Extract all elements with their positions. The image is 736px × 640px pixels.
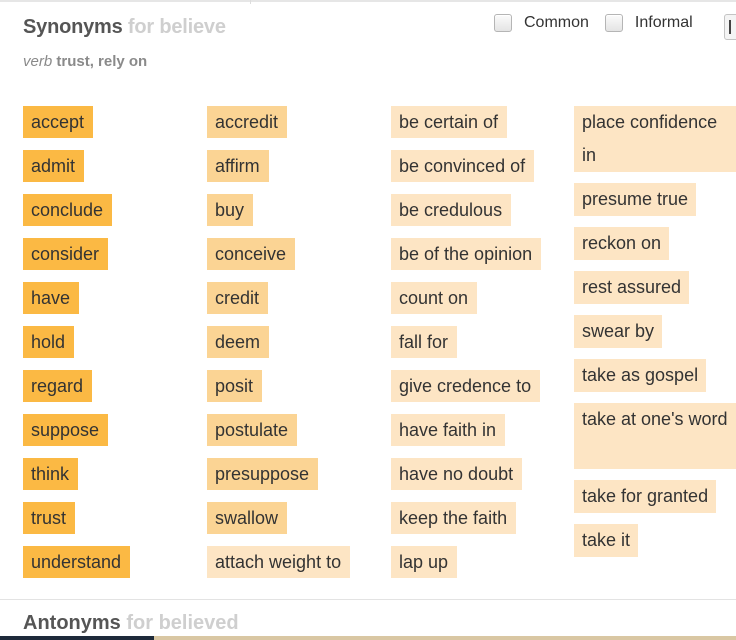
filter-informal[interactable]: Informal — [604, 14, 693, 32]
synonym-link[interactable]: regard — [23, 370, 93, 402]
synonym-column-3: be certain of be convinced of be credulo… — [391, 106, 566, 590]
synonym-link[interactable]: have no doubt — [391, 458, 523, 490]
synonym-link[interactable]: presume true — [574, 183, 697, 216]
antonyms-heading: Antonyms — [23, 612, 121, 634]
synonym-link[interactable]: understand — [23, 546, 131, 578]
synonym-link[interactable]: have — [23, 282, 80, 314]
synonym-link[interactable]: attach weight to — [207, 546, 351, 578]
synonym-link[interactable]: presuppose — [207, 458, 319, 490]
synonyms-header: Synonyms for believe verb trust, rely on — [23, 16, 226, 70]
antonyms-for-word: for believed — [126, 612, 239, 634]
synonym-link[interactable]: credit — [207, 282, 269, 314]
synonyms-heading: Synonyms — [23, 16, 123, 38]
synonym-column-4: place confidence in presume true reckon … — [574, 106, 736, 568]
synonym-link[interactable]: swallow — [207, 502, 288, 534]
synonym-link[interactable]: keep the faith — [391, 502, 517, 534]
part-of-speech: verb — [23, 53, 53, 70]
synonym-link[interactable]: count on — [391, 282, 478, 314]
synonym-link[interactable]: be convinced of — [391, 150, 535, 182]
common-label: Common — [524, 14, 589, 31]
synonym-column-1: accept admit conclude consider have hold… — [23, 106, 198, 590]
synonym-link[interactable]: take it — [574, 524, 639, 557]
synonym-link[interactable]: posit — [207, 370, 263, 402]
definition-text: trust, rely on — [56, 53, 148, 70]
sense-definition: verb trust, rely on — [23, 53, 226, 70]
page-bottom-edge — [0, 636, 736, 640]
informal-label: Informal — [634, 14, 693, 31]
synonym-link[interactable]: admit — [23, 150, 85, 182]
synonym-link[interactable]: be credulous — [391, 194, 512, 226]
synonym-link[interactable]: suppose — [23, 414, 109, 446]
synonym-link[interactable]: take at one's word — [574, 403, 736, 469]
extra-filter-button[interactable] — [724, 14, 736, 40]
synonym-link[interactable]: take for granted — [574, 480, 717, 513]
synonym-link[interactable]: be of the opinion — [391, 238, 542, 270]
informal-checkbox[interactable] — [604, 14, 623, 32]
synonym-link[interactable]: postulate — [207, 414, 298, 446]
top-border — [0, 0, 736, 4]
top-divider-tick — [250, 0, 251, 4]
synonym-link[interactable]: affirm — [207, 150, 269, 182]
section-divider — [0, 599, 736, 600]
synonym-column-2: accredit affirm buy conceive credit deem… — [207, 106, 382, 590]
synonym-link[interactable]: take as gospel — [574, 359, 707, 392]
synonym-link[interactable]: fall for — [391, 326, 458, 358]
synonym-link[interactable]: think — [23, 458, 79, 490]
synonym-link[interactable]: be certain of — [391, 106, 508, 138]
synonym-link[interactable]: have faith in — [391, 414, 506, 446]
common-checkbox[interactable] — [494, 14, 512, 32]
synonym-link[interactable]: trust — [23, 502, 76, 534]
synonym-link[interactable]: place confidence in — [574, 106, 736, 172]
antonyms-title: Antonyms for believed — [23, 612, 239, 635]
synonym-link[interactable]: conclude — [23, 194, 113, 226]
synonym-link[interactable]: give credence to — [391, 370, 541, 402]
synonym-link[interactable]: accept — [23, 106, 94, 138]
synonym-link[interactable]: reckon on — [574, 227, 670, 260]
synonym-link[interactable]: lap up — [391, 546, 458, 578]
synonym-link[interactable]: buy — [207, 194, 254, 226]
synonym-link[interactable]: consider — [23, 238, 109, 270]
synonym-link[interactable]: swear by — [574, 315, 663, 348]
synonyms-for-word: for believe — [127, 16, 226, 38]
filter-common[interactable]: Common — [494, 14, 589, 32]
synonyms-title: Synonyms for believe — [23, 16, 226, 39]
synonym-link[interactable]: rest assured — [574, 271, 690, 304]
synonym-link[interactable]: conceive — [207, 238, 296, 270]
synonym-link[interactable]: deem — [207, 326, 270, 358]
synonym-link[interactable]: accredit — [207, 106, 288, 138]
synonym-link[interactable]: hold — [23, 326, 75, 358]
filter-bar: Common Informal — [494, 14, 709, 32]
